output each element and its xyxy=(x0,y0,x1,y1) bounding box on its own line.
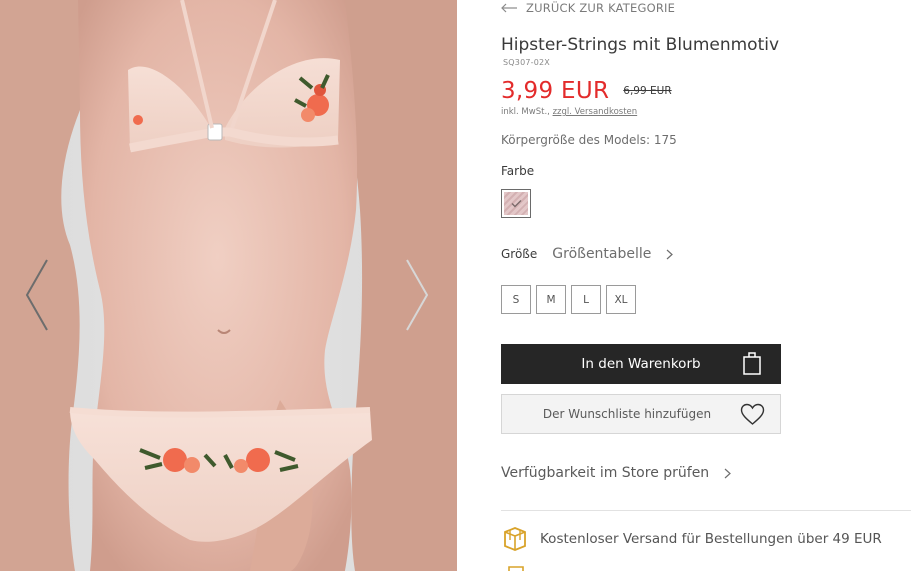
price-row: 3,99 EUR 6,99 EUR xyxy=(501,78,672,104)
tax-note: inkl. MwSt., zzgl. Versandkosten xyxy=(501,107,637,117)
color-swatch-fill xyxy=(504,192,528,215)
divider xyxy=(501,510,911,511)
checkmark-icon xyxy=(511,200,521,208)
chevron-right-icon xyxy=(406,259,429,331)
free-shipping-text: Kostenloser Versand für Bestellungen übe… xyxy=(540,531,882,547)
store-availability-label: Verfügbarkeit im Store prüfen xyxy=(501,465,710,481)
tax-prefix: inkl. MwSt., xyxy=(501,107,553,117)
heart-icon xyxy=(740,403,765,425)
size-option-l[interactable]: L xyxy=(571,285,601,314)
add-to-wishlist-button[interactable]: Der Wunschliste hinzufügen xyxy=(501,394,781,434)
chevron-left-icon xyxy=(25,259,48,331)
size-options: S M L XL xyxy=(501,285,636,314)
size-row: Größe Größentabelle xyxy=(501,246,674,262)
arrow-left-icon xyxy=(501,3,517,13)
store-availability-link[interactable]: Verfügbarkeit im Store prüfen xyxy=(501,465,732,481)
shipping-box-icon xyxy=(504,527,526,551)
chevron-right-icon xyxy=(667,249,674,259)
gallery-prev-button[interactable] xyxy=(24,258,50,332)
size-option-m[interactable]: M xyxy=(536,285,566,314)
add-to-cart-button[interactable]: In den Warenkorb xyxy=(501,344,781,384)
shopping-bag-icon xyxy=(743,352,761,375)
product-sku: SQ307-02X xyxy=(503,58,550,67)
chevron-right-icon xyxy=(724,468,732,478)
color-swatch[interactable] xyxy=(501,189,531,218)
product-title: Hipster-Strings mit Blumenmotiv xyxy=(501,35,780,55)
size-label: Größe xyxy=(501,247,538,261)
free-shipping-info: Kostenloser Versand für Bestellungen übe… xyxy=(501,526,882,552)
add-to-wishlist-label: Der Wunschliste hinzufügen xyxy=(542,407,712,421)
back-link-label: ZURÜCK ZUR KATEGORIE xyxy=(526,1,676,15)
old-price: 6,99 EUR xyxy=(623,85,672,97)
current-price: 3,99 EUR xyxy=(501,78,610,104)
size-option-s[interactable]: S xyxy=(501,285,531,314)
model-height: Körpergröße des Models: 175 xyxy=(501,133,677,147)
shipping-costs-link[interactable]: zzgl. Versandkosten xyxy=(553,107,638,117)
add-to-cart-label: In den Warenkorb xyxy=(581,356,701,372)
back-to-category-link[interactable]: ZURÜCK ZUR KATEGORIE xyxy=(501,1,675,15)
product-image-gallery xyxy=(0,0,457,571)
gallery-next-button[interactable] xyxy=(404,258,430,332)
product-photo xyxy=(0,0,457,571)
color-label: Farbe xyxy=(501,164,535,178)
size-chart-link[interactable]: Größentabelle xyxy=(552,246,651,262)
store-icon xyxy=(508,566,524,571)
size-option-xl[interactable]: XL xyxy=(606,285,636,314)
